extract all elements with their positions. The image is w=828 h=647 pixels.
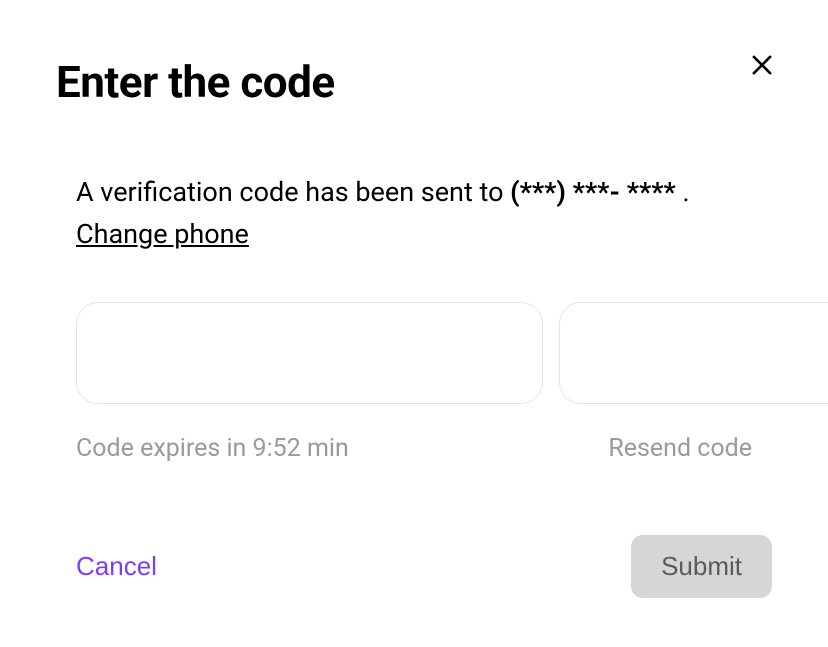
code-digit-1[interactable] (76, 302, 543, 404)
modal-content: A verification code has been sent to (**… (56, 172, 772, 463)
change-phone-link[interactable]: Change phone (76, 218, 249, 250)
expiry-text: Code expires in 9:52 min (76, 434, 349, 463)
close-icon (748, 51, 776, 82)
code-meta-row: Code expires in 9:52 min Resend code (76, 434, 752, 463)
cancel-button[interactable]: Cancel (76, 537, 157, 596)
masked-phone: (***) ***- **** (510, 176, 676, 208)
code-input-group (76, 302, 752, 404)
modal-actions: Cancel Submit (56, 535, 772, 598)
verification-modal: Enter the code A verification code has b… (0, 0, 828, 647)
verification-description: A verification code has been sent to (**… (76, 172, 752, 256)
close-button[interactable] (744, 48, 780, 84)
resend-code-link[interactable]: Resend code (608, 434, 752, 463)
modal-title: Enter the code (56, 56, 772, 108)
description-prefix: A verification code has been sent to (76, 176, 510, 208)
code-digit-2[interactable] (559, 302, 828, 404)
submit-button[interactable]: Submit (631, 535, 772, 598)
description-separator: . (676, 176, 690, 208)
